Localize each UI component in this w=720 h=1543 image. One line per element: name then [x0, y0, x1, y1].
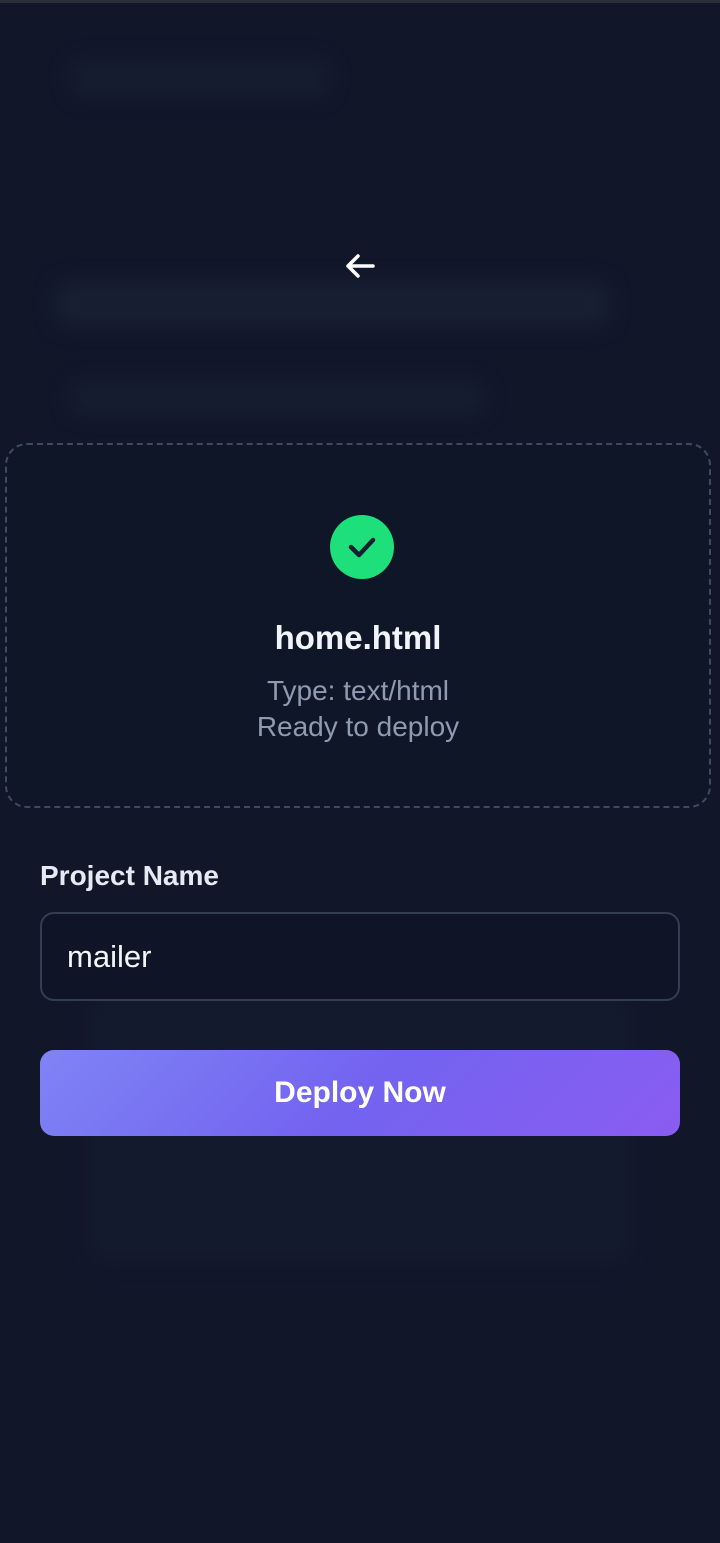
project-name-label: Project Name [40, 860, 219, 891]
project-name-input[interactable] [40, 912, 680, 1001]
file-type: Type: text/html [266, 675, 450, 706]
blurred-header [70, 60, 330, 96]
file-status: Ready to deploy [256, 711, 460, 742]
upload-success-badge [330, 515, 394, 579]
check-icon [348, 537, 376, 558]
window-top-edge [0, 0, 720, 3]
back-button[interactable] [336, 244, 384, 288]
deploy-now-button[interactable]: Deploy Now [40, 1050, 680, 1136]
file-name: home.html [274, 619, 442, 656]
blurred-subtitle [70, 382, 485, 414]
file-upload-dropzone[interactable]: home.html Type: text/html Ready to deplo… [5, 443, 711, 808]
blurred-title [55, 282, 610, 326]
arrow-left-icon [346, 254, 375, 278]
